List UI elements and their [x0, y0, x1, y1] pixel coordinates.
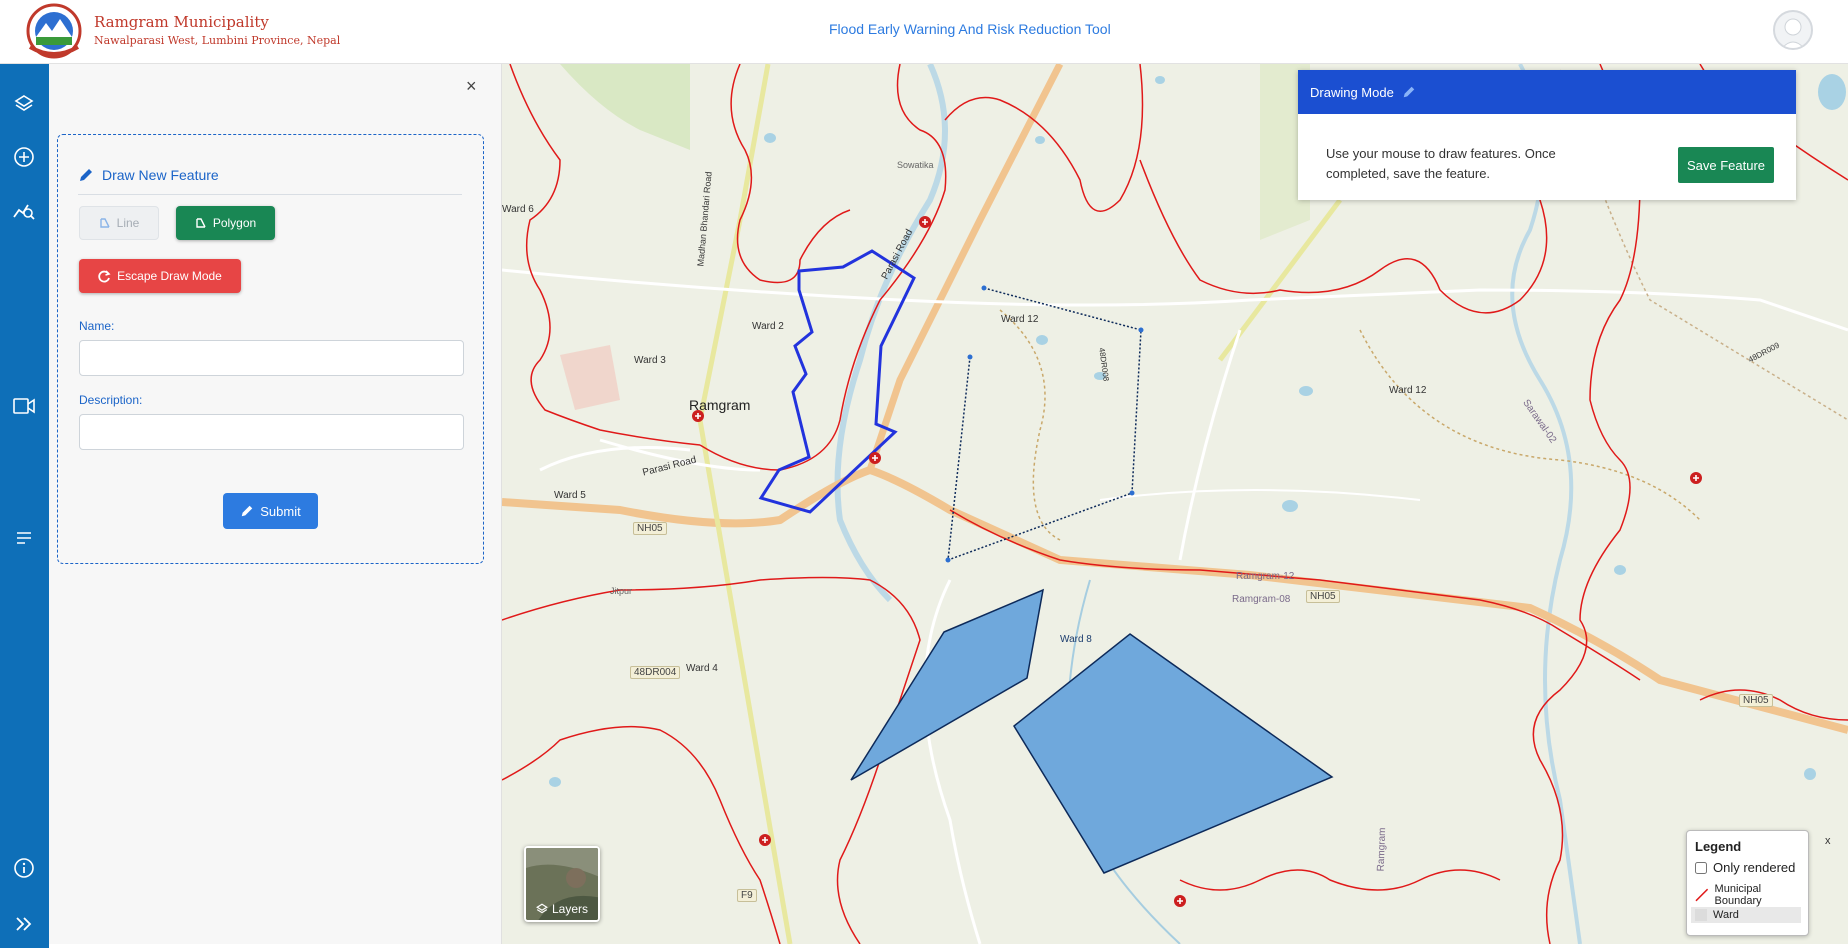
- pencil-icon: [1403, 86, 1415, 98]
- draw-panel: × Draw New Feature Line Polygon Escape D…: [49, 64, 502, 944]
- only-rendered-checkbox[interactable]: [1695, 861, 1707, 874]
- draw-form: Draw New Feature Line Polygon Escape Dra…: [57, 134, 484, 564]
- line-draw-icon: [99, 218, 110, 228]
- polygon-draw-icon: [196, 218, 206, 228]
- place-label: Ramgram: [689, 397, 751, 413]
- basemap-layers-button[interactable]: Layers: [524, 846, 600, 922]
- legend-item-label: Municipal Boundary: [1714, 883, 1762, 907]
- legend-title: Legend: [1695, 839, 1742, 854]
- layers-icon: [14, 95, 34, 111]
- place-label: Jitpur: [610, 586, 633, 596]
- map-legend: Legend x Only rendered Municipal Boundar…: [1686, 830, 1831, 936]
- legend-item-label: Ward: [1713, 909, 1739, 921]
- draw-line-label: Line: [116, 216, 140, 230]
- drawing-mode-header: Drawing Mode: [1298, 70, 1796, 114]
- legend-close-button[interactable]: x: [1825, 835, 1831, 847]
- place-label: Ward 8: [1060, 634, 1092, 645]
- place-label: Ward 12: [1001, 314, 1039, 325]
- road-badge: F9: [737, 889, 757, 902]
- description-label: Description:: [79, 393, 143, 407]
- submit-label: Submit: [260, 503, 301, 519]
- info-button[interactable]: [8, 852, 40, 884]
- user-icon: [1781, 18, 1805, 48]
- escape-draw-mode-label: Escape Draw Mode: [117, 269, 222, 283]
- app-title: Flood Early Warning And Risk Reduction T…: [829, 21, 1111, 37]
- road-badge: NH05: [633, 522, 667, 535]
- draw-polygon-button[interactable]: Polygon: [176, 206, 275, 240]
- form-heading: Draw New Feature: [78, 167, 462, 195]
- close-panel-button[interactable]: ×: [466, 76, 477, 97]
- place-label: Ramgram: [1375, 827, 1389, 872]
- road-badge: NH05: [1739, 694, 1773, 707]
- place-label: Ramgram-08: [1232, 594, 1291, 605]
- road-badge: NH05: [1306, 590, 1340, 603]
- menu-button[interactable]: [8, 522, 40, 554]
- only-rendered-option[interactable]: Only rendered: [1695, 860, 1795, 875]
- road-badge: 48DR004: [630, 666, 681, 679]
- municipality-logo: [26, 3, 82, 59]
- layers-label-row: Layers: [526, 902, 598, 916]
- ward-swatch-icon: [1695, 909, 1707, 921]
- drawing-mode-card: Drawing Mode Use your mouse to draw feat…: [1298, 70, 1796, 200]
- place-label: Ward 2: [752, 321, 784, 332]
- layers-icon: [536, 903, 548, 914]
- legend-item: Ward: [1691, 907, 1801, 923]
- place-label: Ward 5: [554, 490, 586, 501]
- only-rendered-label: Only rendered: [1713, 860, 1796, 875]
- boundary-line-icon: [1695, 888, 1709, 902]
- name-label: Name:: [79, 319, 115, 333]
- submit-button[interactable]: Submit: [223, 493, 318, 529]
- escape-draw-mode-button[interactable]: Escape Draw Mode: [79, 259, 241, 293]
- form-title: Draw New Feature: [102, 167, 219, 183]
- org-subtitle: Nawalparasi West, Lumbini Province, Nepa…: [94, 34, 341, 47]
- draw-line-button[interactable]: Line: [79, 206, 159, 240]
- redo-icon: [98, 269, 111, 282]
- user-avatar[interactable]: [1773, 10, 1813, 50]
- video-icon: [13, 398, 35, 414]
- video-button[interactable]: [8, 390, 40, 422]
- pencil-icon: [242, 505, 253, 517]
- place-label: Ramgram-12: [1236, 571, 1295, 582]
- menu-lines-icon: [17, 532, 31, 544]
- expand-icon: [16, 917, 32, 931]
- layers-label: Layers: [551, 902, 589, 916]
- org-name: Ramgram Municipality: [94, 13, 269, 31]
- drawing-mode-instructions: Use your mouse to draw features. Once co…: [1326, 146, 1556, 181]
- place-label: Ward 4: [686, 663, 718, 674]
- layers-button[interactable]: [8, 88, 40, 120]
- add-feature-button[interactable]: [8, 141, 40, 173]
- analytics-icon: [13, 204, 35, 220]
- save-feature-button[interactable]: Save Feature: [1678, 147, 1774, 183]
- description-input[interactable]: [79, 414, 464, 450]
- place-label: Sowatika: [897, 160, 934, 170]
- draw-polygon-label: Polygon: [212, 216, 257, 230]
- add-circle-icon: [14, 147, 34, 167]
- info-icon: [14, 858, 34, 878]
- left-toolbar: [0, 64, 49, 948]
- app-header: Ramgram Municipality Nawalparasi West, L…: [0, 0, 1848, 64]
- name-input[interactable]: [79, 340, 464, 376]
- place-label: Ward 12: [1389, 385, 1427, 396]
- expand-sidebar-button[interactable]: [8, 908, 40, 940]
- pencil-icon: [80, 169, 92, 181]
- drawing-mode-title: Drawing Mode: [1310, 84, 1394, 100]
- legend-item: Municipal Boundary: [1695, 883, 1808, 907]
- place-label: Ward 3: [634, 355, 666, 366]
- analytics-button[interactable]: [8, 194, 40, 226]
- place-label: Ward 6: [502, 204, 534, 215]
